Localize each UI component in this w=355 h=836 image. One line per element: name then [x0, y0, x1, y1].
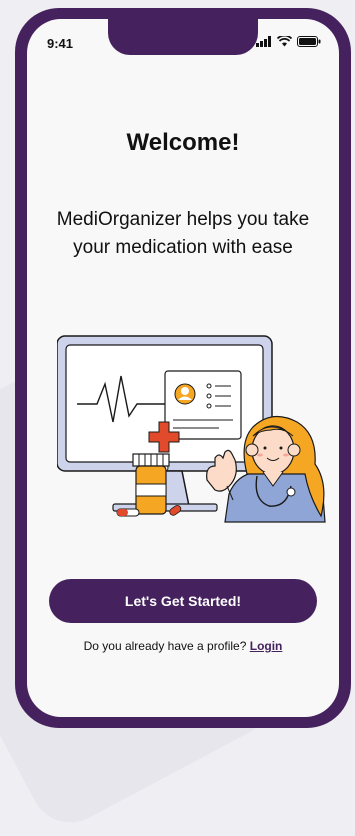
wifi-icon	[277, 36, 292, 47]
battery-icon	[297, 36, 321, 47]
profile-prompt-text: Do you already have a profile?	[83, 639, 247, 653]
login-prompt-row: Do you already have a profile? Login	[27, 639, 339, 653]
status-time: 9:41	[47, 36, 74, 51]
medical-illustration	[57, 335, 326, 523]
status-icons	[256, 36, 321, 47]
login-link[interactable]: Login	[250, 639, 283, 653]
get-started-button[interactable]: Let's Get Started!	[49, 579, 317, 623]
welcome-title: Welcome!	[126, 129, 240, 156]
welcome-subtitle: MediOrganizer helps you take your medica…	[56, 209, 310, 258]
signal-icon	[256, 36, 271, 47]
phone-screen: 9:41 Welcome! MediOrganizer helps you ta…	[27, 19, 339, 717]
phone-frame: 9:41 Welcome! MediOrganizer helps you ta…	[15, 8, 351, 728]
phone-notch	[108, 19, 258, 55]
